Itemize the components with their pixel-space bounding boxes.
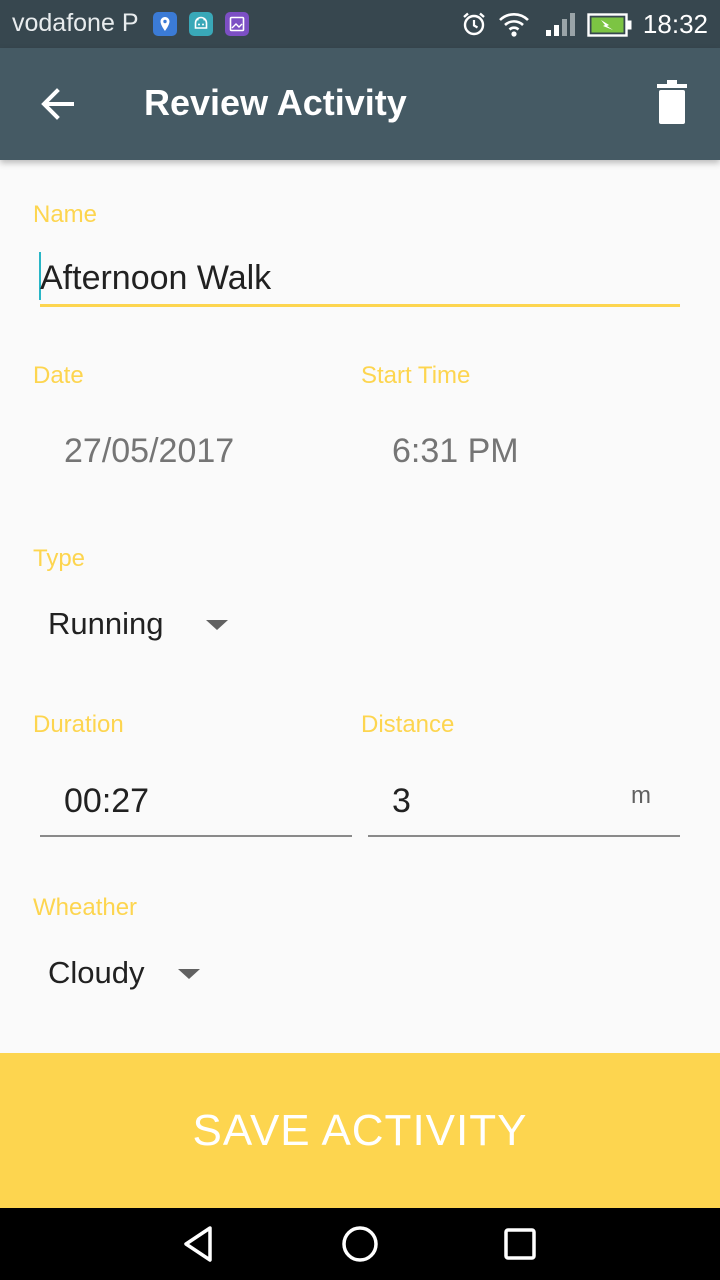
arrow-back-icon [41,88,74,120]
duration-input-underline [40,835,352,837]
location-icon [153,12,177,36]
weather-value: Cloudy [48,955,145,990]
image-icon [225,12,249,36]
android-icon [189,12,213,36]
distance-unit: m [631,782,651,809]
distance-input-underline [368,835,680,837]
nav-home-button[interactable] [338,1222,382,1266]
status-bar: vodafone P 18:32 [0,0,720,48]
name-input[interactable]: Afternoon Walk [40,259,271,298]
alarm-icon [460,10,488,43]
battery-charging-icon [587,12,633,43]
signal-icon [544,12,578,43]
type-value: Running [48,606,164,641]
distance-label: Distance [361,711,455,738]
weather-spinner[interactable]: Cloudy [40,945,230,1005]
start-time-field[interactable]: 6:31 PM [392,432,519,471]
delete-button[interactable] [648,78,696,130]
carrier-name: vodafone P [12,9,139,37]
distance-input[interactable]: 3 [392,782,411,821]
save-activity-label: SAVE ACTIVITY [192,1106,528,1155]
type-spinner[interactable]: Running [40,596,250,656]
page-title: Review Activity [144,82,407,123]
app-bar: Review Activity [0,48,720,160]
nav-recents-button[interactable] [498,1222,542,1266]
save-activity-button[interactable]: SAVE ACTIVITY [0,1053,720,1208]
date-field[interactable]: 27/05/2017 [64,432,234,471]
duration-input[interactable]: 00:27 [64,782,149,821]
date-label: Date [33,362,84,389]
weather-label: Wheather [33,894,138,921]
clock: 18:32 [642,9,708,39]
name-input-underline [40,304,680,307]
wifi-icon [498,12,530,43]
home-circle-icon [342,1226,378,1262]
back-button[interactable] [28,74,88,134]
chevron-down-icon [178,969,200,979]
type-label: Type [33,545,86,572]
name-label: Name [33,201,98,228]
recents-square-icon [504,1228,536,1260]
duration-label: Duration [33,711,124,738]
back-triangle-icon [184,1226,212,1262]
start-time-label: Start Time [361,362,471,389]
chevron-down-icon [206,620,228,630]
nav-back-button[interactable] [178,1222,222,1266]
navigation-bar [0,1208,720,1280]
trash-icon [657,80,687,124]
